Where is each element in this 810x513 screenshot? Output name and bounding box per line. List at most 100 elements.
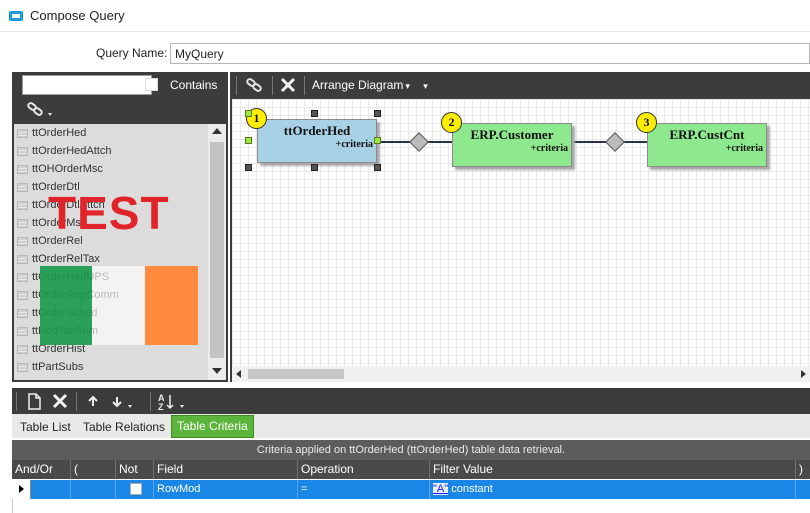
table-list-item[interactable]: ttOrderRelTax	[14, 250, 208, 268]
table-icon	[17, 219, 28, 228]
table-node-erp-custcnt[interactable]: 3 ERP.CustCnt +criteria	[636, 112, 767, 167]
scroll-thumb[interactable]	[210, 142, 224, 358]
resize-handle[interactable]	[311, 110, 318, 117]
diagram-scrollbar[interactable]	[232, 366, 810, 382]
table-icon	[17, 165, 28, 174]
resize-handle[interactable]	[245, 110, 252, 117]
column-header-open-paren[interactable]: (	[71, 460, 116, 479]
table-list-item-label: ttOrderMsc	[32, 217, 87, 229]
delete-criteria-button[interactable]	[50, 391, 70, 412]
join-diamond[interactable]	[409, 132, 429, 152]
table-list-item[interactable]: ttOrderDtlAttch	[14, 196, 208, 214]
column-header-filter-value[interactable]: Filter Value	[430, 460, 796, 479]
table-node-ttorderhed[interactable]: 1 ttOrderHed +criteria	[246, 108, 377, 163]
criteria-row[interactable]: RowMod = "A" constant	[12, 480, 810, 499]
resize-handle[interactable]	[245, 137, 252, 144]
new-criteria-button[interactable]	[24, 391, 44, 412]
link-tool-button[interactable]	[26, 101, 56, 119]
move-down-button[interactable]	[108, 391, 136, 412]
join-diamond[interactable]	[605, 132, 625, 152]
table-list-item-label: ttOrderRelTax	[32, 253, 100, 265]
query-name-input[interactable]	[170, 43, 810, 64]
resize-handle[interactable]	[374, 164, 381, 171]
table-icon	[17, 183, 28, 192]
scroll-left-icon[interactable]	[236, 370, 241, 378]
scroll-thumb[interactable]	[248, 369, 344, 379]
table-list-item-label: ttHedTaxSum	[32, 325, 99, 337]
tab-table-list[interactable]: Table List	[15, 417, 76, 438]
arrange-diagram-label: Arrange Diagram	[312, 78, 404, 92]
overflow-chevron-icon[interactable]: ▾	[423, 81, 428, 91]
resize-handle[interactable]	[374, 110, 381, 117]
scroll-up-icon[interactable]	[212, 128, 222, 134]
delete-button[interactable]	[278, 75, 298, 96]
column-header-operation[interactable]: Operation	[298, 460, 430, 479]
new-document-icon	[28, 393, 41, 410]
cell-open-paren[interactable]	[71, 480, 116, 499]
scroll-right-icon[interactable]	[801, 370, 806, 378]
table-list-item[interactable]: ttOrderMsc	[14, 214, 208, 232]
cell-filter-value[interactable]: "A" constant	[430, 480, 796, 499]
diagram-canvas[interactable]: 1 ttOrderHed +criteria 2 ERP.Customer +c…	[232, 99, 810, 366]
column-header-and-or[interactable]: And/Or	[12, 460, 71, 479]
node-name: ERP.Customer	[470, 127, 554, 142]
compose-query-window: Compose Query Query Name: Contains ttOrd…	[0, 0, 810, 513]
table-list-scrollbar[interactable]	[208, 124, 226, 380]
filter-value-link[interactable]: "A"	[433, 483, 449, 495]
table-list-item[interactable]: ttOrderHist	[14, 340, 208, 358]
table-list-item-label: ttOrderHist	[32, 343, 86, 355]
table-list-item[interactable]: ttHedTaxSum	[14, 322, 208, 340]
node-name: ttOrderHed	[283, 123, 351, 138]
title-bar: Compose Query	[0, 0, 810, 32]
diagram-panel: Arrange Diagram ▾ ▾ 1 ttOrderHed +criteri…	[230, 72, 810, 382]
table-list-item[interactable]: ttOrderHedUPS	[14, 268, 208, 286]
sort-button[interactable]: A Z	[156, 391, 188, 412]
join-line	[430, 141, 452, 143]
cell-field[interactable]: RowMod	[154, 480, 298, 499]
arrow-down-icon	[112, 397, 132, 408]
node-criteria-label[interactable]: +criteria	[726, 143, 763, 154]
grid-empty-area	[12, 499, 810, 513]
table-list-item[interactable]: ttOrderRel	[14, 232, 208, 250]
cell-and-or[interactable]	[31, 480, 71, 499]
table-node-erp-customer[interactable]: 2 ERP.Customer +criteria	[441, 112, 572, 167]
node-name: ERP.CustCnt	[669, 127, 745, 142]
filter-value-type: constant	[451, 483, 493, 495]
tab-table-criteria[interactable]: Table Criteria	[171, 415, 254, 438]
table-icon	[17, 309, 28, 318]
table-list-item[interactable]: ttOrderDtl	[14, 178, 208, 196]
table-list-item[interactable]: ttOrderRepComm	[14, 286, 208, 304]
column-header-not[interactable]: Not	[116, 460, 154, 479]
not-checkbox[interactable]	[130, 483, 142, 495]
node-criteria-label[interactable]: +criteria	[531, 143, 568, 154]
arrow-up-icon	[88, 395, 98, 406]
table-list-item-label: ttOrderHedUPS	[32, 271, 110, 283]
table-list-item-label: ttOrderDtl	[32, 181, 80, 193]
table-list-item[interactable]: ttOHOrderMsc	[14, 160, 208, 178]
sort-az-icon: A Z	[158, 393, 184, 412]
column-header-field[interactable]: Field	[154, 460, 298, 479]
contains-label: Contains	[170, 78, 218, 92]
scroll-down-icon[interactable]	[212, 368, 222, 374]
column-header-close-paren[interactable]: )	[796, 460, 810, 479]
resize-handle[interactable]	[311, 164, 318, 171]
table-list-item[interactable]: ttOrderSched	[14, 304, 208, 322]
link-tables-button[interactable]	[244, 75, 266, 96]
cell-operation[interactable]: =	[298, 480, 430, 499]
contains-checkbox[interactable]	[145, 78, 158, 91]
table-icon	[17, 291, 28, 300]
tab-table-relations[interactable]: Table Relations	[78, 417, 170, 438]
table-filter-input[interactable]	[22, 75, 152, 95]
table-list-item[interactable]: ttPartSubs	[14, 358, 208, 376]
cell-close-paren[interactable]	[796, 480, 810, 499]
resize-handle[interactable]	[245, 164, 252, 171]
svg-text:Z: Z	[158, 402, 164, 412]
resize-handle[interactable]	[374, 137, 381, 144]
table-list-item[interactable]: ttOrderHed	[14, 124, 208, 142]
arrange-diagram-button[interactable]: Arrange Diagram ▾ ▾	[312, 78, 428, 92]
row-selector[interactable]	[12, 480, 31, 499]
node-criteria-label[interactable]: +criteria	[336, 139, 373, 150]
table-icon	[17, 147, 28, 156]
move-up-button[interactable]	[84, 391, 102, 412]
table-list-item[interactable]: ttOrderHedAttch	[14, 142, 208, 160]
